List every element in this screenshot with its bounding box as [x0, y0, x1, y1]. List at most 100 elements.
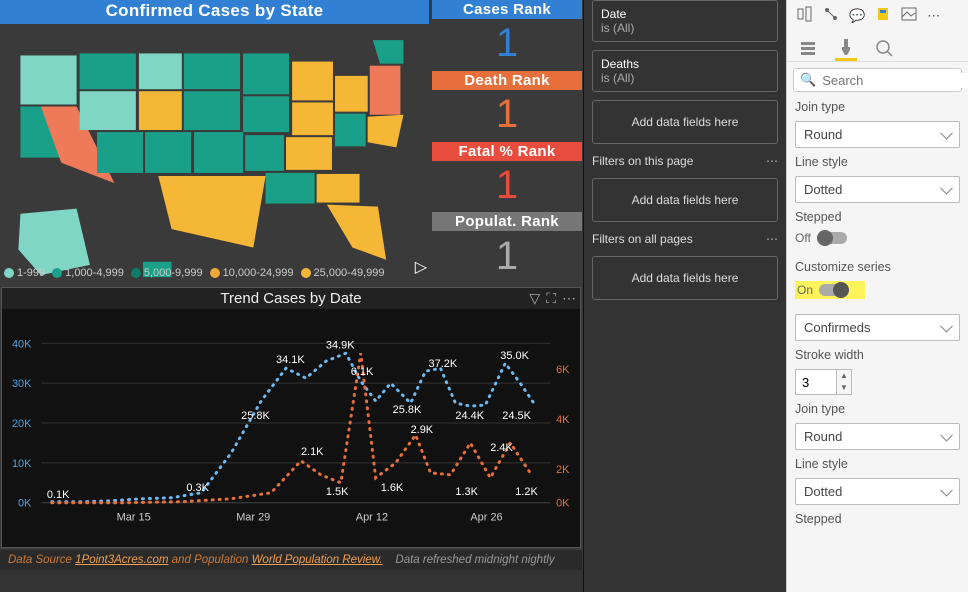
population-rank-value: 1 — [432, 231, 582, 281]
svg-text:0K: 0K — [556, 498, 570, 510]
link-world-population[interactable]: World Population Review. — [252, 554, 383, 566]
svg-text:6K: 6K — [556, 364, 570, 376]
filters-section-page[interactable]: Filters on this page⋯ — [592, 152, 778, 170]
svg-text:20K: 20K — [12, 418, 32, 430]
svg-text:40K: 40K — [12, 338, 32, 350]
svg-text:2.4K: 2.4K — [490, 442, 513, 454]
population-rank-card[interactable]: Populat. Rank 1 — [432, 212, 582, 281]
format-search-box[interactable]: 🔍 — [793, 68, 962, 92]
cases-rank-card[interactable]: Cases Rank 1 — [432, 0, 582, 69]
svg-text:30K: 30K — [12, 378, 32, 390]
analytics-tab-icon[interactable] — [873, 35, 895, 61]
add-fields-page[interactable]: Add data fields here — [592, 178, 778, 222]
build-icon[interactable] — [797, 6, 813, 25]
customize-series-toggle[interactable]: On — [795, 281, 865, 299]
add-fields-all-pages[interactable]: Add data fields here — [592, 256, 778, 300]
trend-title: Trend Cases by Date — [220, 290, 361, 307]
filter-card-deaths[interactable]: Deaths is (All) — [592, 50, 778, 92]
legend-item-1: 1-999 — [17, 267, 45, 279]
stepped-label-2: Stepped — [795, 512, 960, 526]
pane-icon-row: 💬 ⋯ — [787, 0, 968, 31]
svg-text:Apr 26: Apr 26 — [470, 512, 502, 524]
comment-icon[interactable]: 💬 — [849, 8, 865, 24]
svg-text:1.5K: 1.5K — [326, 486, 349, 498]
more-icon[interactable]: ⋯ — [766, 154, 778, 168]
death-rank-card[interactable]: Death Rank 1 — [432, 71, 582, 140]
stroke-width-input[interactable] — [795, 369, 837, 395]
map-title: Confirmed Cases by State — [0, 0, 429, 24]
top-row: Confirmed Cases by State — [0, 0, 582, 281]
trend-chart-area[interactable]: 40K 30K 20K 10K 0K 6K 4K 2K 0K Mar 15 Ma… — [2, 309, 580, 547]
svg-text:4K: 4K — [556, 414, 570, 426]
image-icon[interactable] — [901, 6, 917, 25]
rank-column: Cases Rank 1 Death Rank 1 Fatal % Rank 1… — [432, 0, 582, 281]
search-input[interactable] — [822, 73, 968, 88]
customize-series-label: Customize series — [795, 260, 960, 274]
map-legend: 1-999 1,000-4,999 5,000-9,999 10,000-24,… — [4, 267, 425, 279]
legend-next-icon[interactable]: ▷ — [415, 257, 427, 277]
filter-icon[interactable]: ▽ — [529, 290, 540, 307]
death-rank-title: Death Rank — [432, 71, 582, 90]
format-tabs — [787, 31, 968, 62]
filters-pane: Date is (All) Deaths is (All) Add data f… — [583, 0, 786, 592]
svg-text:6.1K: 6.1K — [351, 366, 374, 378]
svg-text:24.5K: 24.5K — [502, 410, 531, 422]
visualizations-pane: 💬 ⋯ 🔍 Join type Round Line style Dotted … — [786, 0, 968, 592]
model-icon[interactable] — [823, 6, 839, 25]
report-canvas: Confirmed Cases by State — [0, 0, 583, 570]
population-rank-title: Populat. Rank — [432, 212, 582, 231]
trend-header: Trend Cases by Date ▽ ⛶ ⋯ — [2, 288, 580, 309]
stepped-label: Stepped — [795, 210, 960, 224]
join-type-select[interactable]: Round — [795, 121, 960, 148]
trend-visual[interactable]: Trend Cases by Date ▽ ⛶ ⋯ 40K 30K 20K 10… — [1, 287, 581, 548]
more-options-icon[interactable]: ⋯ — [562, 290, 576, 307]
svg-text:0.1K: 0.1K — [47, 489, 70, 501]
line-style-label: Line style — [795, 155, 960, 169]
cases-rank-title: Cases Rank — [432, 0, 582, 19]
svg-text:0K: 0K — [18, 498, 32, 510]
overflow-icon[interactable]: ⋯ — [927, 8, 940, 24]
stroke-width-label: Stroke width — [795, 348, 960, 362]
series-select[interactable]: Confirmeds — [795, 314, 960, 341]
svg-text:2K: 2K — [556, 464, 570, 476]
filters-section-all-pages[interactable]: Filters on all pages⋯ — [592, 230, 778, 248]
stroke-up-icon[interactable]: ▲ — [837, 370, 851, 382]
focus-mode-icon[interactable]: ⛶ — [546, 290, 556, 307]
more-icon-2[interactable]: ⋯ — [766, 232, 778, 246]
legend-item-2: 1,000-4,999 — [65, 267, 124, 279]
svg-text:Apr 12: Apr 12 — [356, 512, 388, 524]
add-fields-visual[interactable]: Add data fields here — [592, 100, 778, 144]
stepped-toggle[interactable]: Off — [795, 231, 960, 245]
svg-text:34.9K: 34.9K — [326, 339, 355, 351]
svg-text:1.2K: 1.2K — [515, 486, 538, 498]
format-tab-icon[interactable] — [835, 35, 857, 61]
svg-text:24.4K: 24.4K — [455, 410, 484, 422]
fields-tab-icon[interactable] — [797, 35, 819, 61]
fatal-rank-card[interactable]: Fatal % Rank 1 — [432, 142, 582, 211]
fatal-rank-title: Fatal % Rank — [432, 142, 582, 161]
fatal-rank-value: 1 — [432, 161, 582, 211]
svg-text:1.3K: 1.3K — [455, 486, 478, 498]
line-style-label-2: Line style — [795, 457, 960, 471]
svg-text:1.6K: 1.6K — [381, 482, 404, 494]
svg-text:0.3K: 0.3K — [186, 482, 209, 494]
footer-text: Data Source 1Point3Acres.com and Populat… — [0, 550, 582, 570]
line-style-select-2[interactable]: Dotted — [795, 478, 960, 505]
filter-card-date[interactable]: Date is (All) — [592, 0, 778, 42]
search-icon: 🔍 — [800, 72, 816, 88]
svg-text:10K: 10K — [12, 458, 32, 470]
join-type-select-2[interactable]: Round — [795, 423, 960, 450]
legend-item-3: 5,000-9,999 — [144, 267, 203, 279]
cases-rank-value: 1 — [432, 19, 582, 69]
bookmark-icon[interactable] — [875, 6, 891, 25]
line-style-select[interactable]: Dotted — [795, 176, 960, 203]
svg-text:35.0K: 35.0K — [500, 350, 529, 362]
join-type-label-2: Join type — [795, 402, 960, 416]
map-area[interactable]: 1-999 1,000-4,999 5,000-9,999 10,000-24,… — [0, 24, 429, 281]
death-rank-value: 1 — [432, 90, 582, 140]
link-1point3acres[interactable]: 1Point3Acres.com — [75, 554, 168, 566]
svg-text:Mar 29: Mar 29 — [236, 512, 270, 524]
stroke-down-icon[interactable]: ▼ — [837, 382, 851, 394]
stroke-width-spinner[interactable]: ▲▼ — [795, 369, 960, 395]
map-visual[interactable]: Confirmed Cases by State — [0, 0, 429, 281]
